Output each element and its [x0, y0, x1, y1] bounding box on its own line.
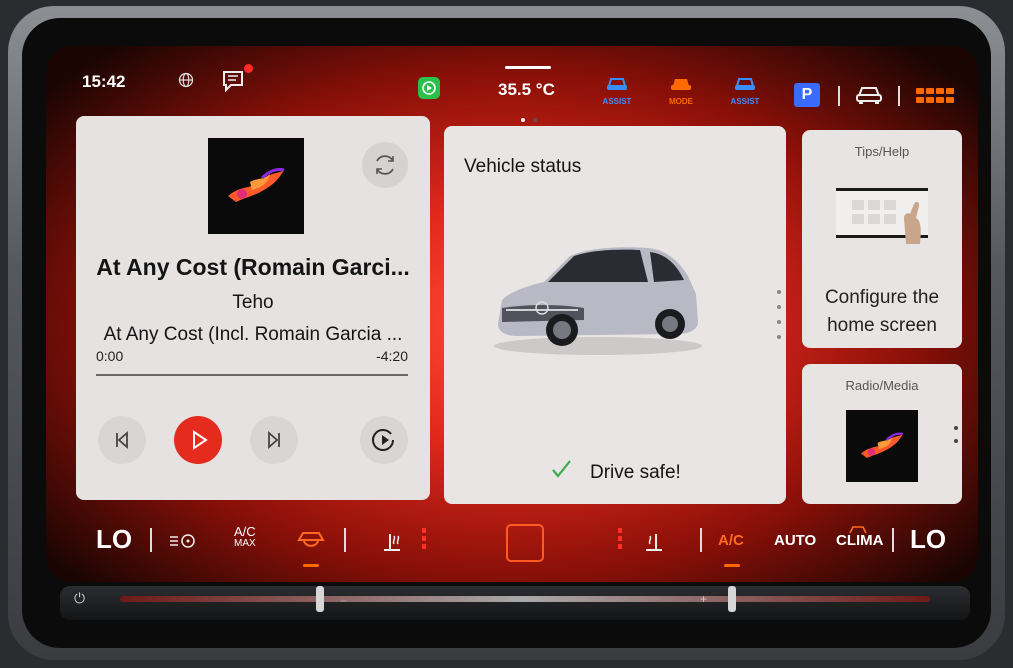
temperature-slider[interactable] — [120, 596, 930, 602]
divider — [898, 86, 900, 106]
right-slider-knob[interactable] — [728, 586, 736, 612]
carplay-icon[interactable] — [418, 77, 440, 99]
drive-safe-message: Drive safe! — [590, 462, 681, 483]
car-image — [488, 238, 708, 363]
message-icon[interactable] — [222, 64, 253, 93]
radio-media-title: Radio/Media — [845, 378, 919, 393]
radio-album-art — [846, 410, 918, 482]
media-source-button[interactable] — [360, 416, 408, 464]
next-track-button[interactable] — [250, 416, 298, 464]
ac-active-indicator — [724, 564, 740, 567]
seat-heat-left-icon[interactable] — [380, 528, 404, 559]
left-temperature[interactable]: LO — [96, 524, 132, 555]
ac-max-top: A/C — [234, 524, 256, 539]
album-art — [208, 138, 304, 234]
divider — [700, 528, 702, 552]
vehicle-status-card[interactable]: Vehicle status Drive safe! — [444, 126, 786, 504]
clock: 15:42 — [82, 72, 126, 91]
seat-heat-right-icon[interactable] — [642, 528, 666, 559]
plus-icon: + — [700, 592, 708, 606]
vehicle-icon[interactable] — [854, 84, 884, 111]
recirculation-icon[interactable] — [296, 530, 326, 553]
radio-media-card[interactable]: Radio/Media — [802, 364, 962, 504]
clima-button[interactable]: CLIMA — [836, 532, 884, 549]
auto-button[interactable]: AUTO — [774, 532, 816, 549]
parking-icon[interactable]: P — [794, 83, 820, 107]
ac-max-bottom: MAX — [234, 538, 256, 549]
assist-label: ASSIST — [602, 97, 632, 106]
divider — [892, 528, 894, 552]
active-indicator — [303, 564, 319, 567]
media-player-card[interactable]: At Any Cost (Romain Garci... Teho At Any… — [76, 116, 430, 500]
mode-label: MODE — [669, 97, 693, 106]
previous-track-button[interactable] — [98, 416, 146, 464]
assist-label-2: ASSIST — [730, 97, 760, 106]
assist-icon[interactable]: ASSIST — [600, 76, 634, 106]
temperature-indicator — [505, 66, 551, 69]
radio-page-dots — [954, 426, 958, 452]
shuffle-button[interactable] — [362, 142, 408, 188]
ac-button[interactable]: A/C — [718, 532, 744, 549]
right-temperature[interactable]: LO — [910, 524, 946, 555]
climate-bar: LO A/C MAX A/C AUTO CLIMA LO — [46, 516, 978, 582]
power-icon[interactable]: ⏻ — [74, 590, 85, 607]
remaining-time: -4:20 — [376, 348, 408, 364]
seat-heat-left-level — [422, 528, 426, 552]
tips-help-card[interactable]: Tips/Help Configure the home screen — [802, 130, 962, 348]
song-title: At Any Cost (Romain Garci... — [96, 254, 410, 280]
left-slider-knob[interactable] — [316, 586, 324, 612]
checkmark-icon — [550, 458, 572, 485]
tips-text-line-2: home screen — [827, 315, 937, 336]
fan-speed-icon[interactable] — [170, 530, 198, 557]
touchscreen-hand-icon — [836, 188, 928, 244]
minus-icon: − — [340, 594, 348, 608]
vehicle-status-title: Vehicle status — [464, 156, 582, 177]
page-dots — [777, 290, 781, 350]
song-artist: Teho — [232, 292, 274, 313]
tips-text: Configure the home screen — [802, 284, 962, 340]
progress-bar[interactable] — [96, 374, 408, 376]
song-album: At Any Cost (Incl. Romain Garcia ... — [103, 324, 403, 345]
hardware-slider-bar — [60, 586, 970, 620]
divider — [838, 86, 840, 106]
globe-icon[interactable] — [178, 72, 194, 93]
seat-heat-right-level — [618, 528, 622, 552]
infotainment-screen: 15:42 35.5 °C ASSIST MODE ASSIST P At An… — [46, 46, 978, 582]
assist-icon-2[interactable]: ASSIST — [728, 76, 762, 106]
ac-max-button[interactable]: A/C MAX — [234, 524, 256, 550]
tips-title: Tips/Help — [854, 144, 910, 159]
outside-temperature: 35.5 °C — [498, 80, 555, 99]
center-control-button[interactable] — [506, 524, 544, 562]
tips-text-line-1: Configure the — [824, 287, 940, 308]
app-grid-icon[interactable] — [916, 88, 956, 106]
notification-dot — [244, 64, 253, 73]
divider — [150, 528, 152, 552]
elapsed-time: 0:00 — [96, 348, 124, 364]
play-button[interactable] — [174, 416, 222, 464]
status-bar: 15:42 35.5 °C ASSIST MODE ASSIST P — [46, 46, 978, 122]
divider — [344, 528, 346, 552]
drive-mode-icon[interactable]: MODE — [664, 76, 698, 106]
page-indicator — [517, 109, 541, 127]
